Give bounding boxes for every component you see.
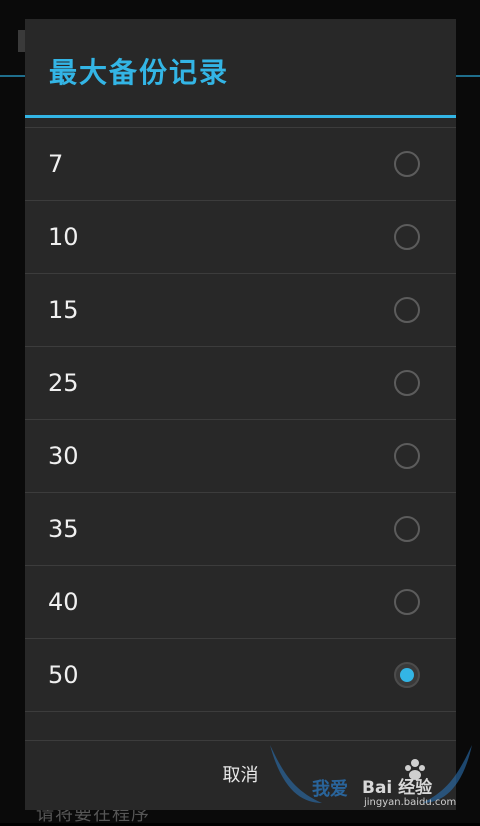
option-label: 25 <box>48 369 79 397</box>
option-label: 15 <box>48 296 79 324</box>
watermark-brand: Bai 经验 <box>362 778 433 798</box>
option-row[interactable]: 25 <box>25 347 456 420</box>
radio-unselected-icon[interactable] <box>394 589 420 615</box>
option-row[interactable]: 10 <box>25 201 456 274</box>
dialog-title-bar: 最大备份记录 <box>25 19 456 115</box>
option-row[interactable]: 40 <box>25 566 456 639</box>
max-backup-dialog: 最大备份记录 5710152530354050 取消 <box>25 19 456 810</box>
radio-unselected-icon[interactable] <box>394 151 420 177</box>
option-label: 7 <box>48 150 64 178</box>
radio-unselected-icon[interactable] <box>394 443 420 469</box>
watermark-text: 我爱 <box>312 779 348 800</box>
baidu-jingyan-watermark: 我爱 Bai 经验 jingyan.baidu.com <box>262 745 477 820</box>
option-row[interactable]: 35 <box>25 493 456 566</box>
option-row[interactable]: 30 <box>25 420 456 493</box>
option-label: 50 <box>48 661 79 689</box>
radio-unselected-icon[interactable] <box>394 516 420 542</box>
radio-selected-icon[interactable] <box>394 662 420 688</box>
radio-unselected-icon[interactable] <box>394 297 420 323</box>
radio-unselected-icon[interactable] <box>394 224 420 250</box>
option-label: 35 <box>48 515 79 543</box>
watermark-url: jingyan.baidu.com <box>364 797 457 808</box>
option-row[interactable]: 7 <box>25 128 456 201</box>
options-list[interactable]: 5 7 10 15 25 30 35 40 50 <box>25 118 456 740</box>
radio-unselected-icon[interactable] <box>394 370 420 396</box>
option-row[interactable]: 5 <box>25 118 456 128</box>
option-label: 10 <box>48 223 79 251</box>
option-row[interactable]: 50 <box>25 639 456 712</box>
options-list-content: 5 7 10 15 25 30 35 40 50 <box>25 118 456 712</box>
option-row[interactable]: 15 <box>25 274 456 347</box>
dialog-title: 最大备份记录 <box>49 56 230 89</box>
option-label: 40 <box>48 588 79 616</box>
option-label: 30 <box>48 442 79 470</box>
